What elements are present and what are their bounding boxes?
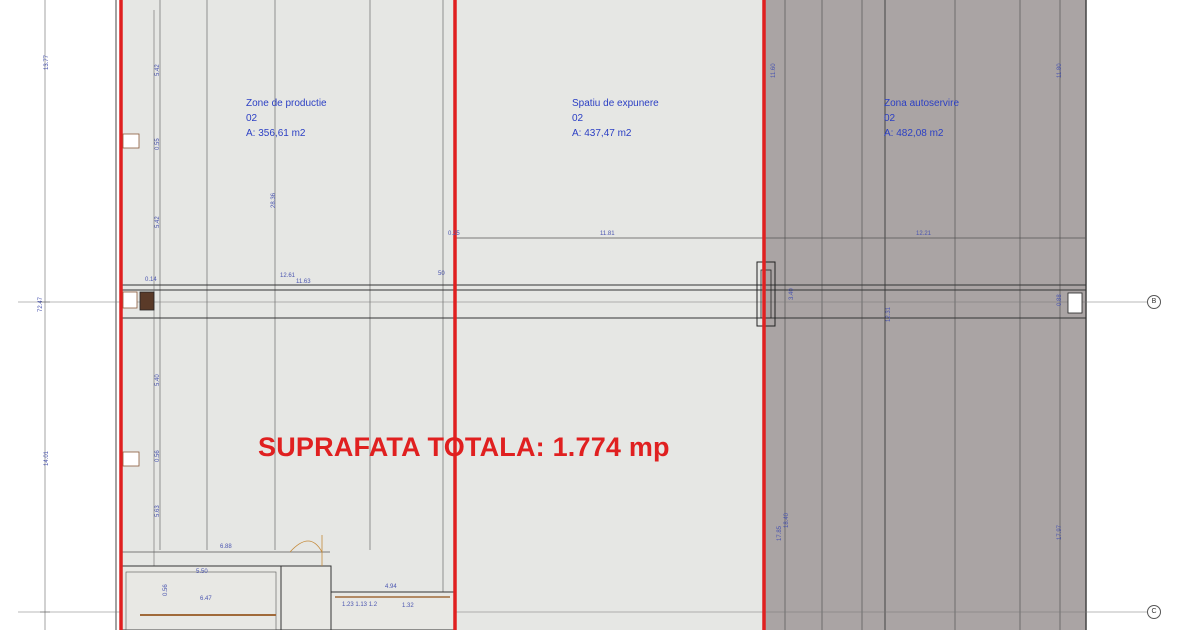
dimension-label: 11.60	[771, 63, 777, 78]
zone-level: 02	[884, 113, 896, 124]
dimension-label: 0.56	[155, 450, 161, 462]
window-left-4	[122, 291, 138, 309]
zone-area: A: 356,61 m2	[246, 128, 306, 139]
dimension-label: 5.42	[155, 216, 161, 228]
dimension-label: 11.81	[600, 231, 615, 237]
dimension-label: 17.97	[1057, 524, 1063, 540]
zone-fill-expunere	[455, 0, 764, 630]
zone-fill-productie	[121, 0, 455, 630]
column-left	[139, 291, 155, 311]
total-area-label: SUPRAFATA TOTALA: 1.774 mp	[258, 432, 670, 462]
dimension-label: 1.32	[402, 603, 414, 609]
dimension-label: 0.56	[163, 584, 169, 596]
zone-level: 02	[572, 113, 584, 124]
dimension-label: 6.88	[220, 544, 232, 550]
zone-name: Spatiu de expunere	[572, 98, 659, 109]
dimension-label: 4.94	[385, 584, 397, 590]
zone-fill-autoservire	[764, 0, 1086, 630]
dimension-label: 13.77	[44, 54, 50, 70]
column-right	[1067, 292, 1083, 314]
dimension-label: 0.25	[448, 231, 460, 237]
dimension-label: 11.63	[296, 279, 311, 285]
grid-axis-marker: B	[1147, 295, 1161, 309]
dimension-label: 28.36	[271, 192, 277, 208]
dimension-label: 12.21	[916, 231, 932, 237]
dimension-label: 12.31	[886, 306, 892, 322]
zone-area: A: 437,47 m2	[572, 128, 632, 139]
dimension-label: 14.01	[44, 450, 50, 466]
dimension-label: 17.85	[777, 525, 783, 541]
dimension-label: 5.63	[155, 505, 161, 517]
zone-level: 02	[246, 113, 258, 124]
dimension-label: 5.40	[155, 374, 161, 386]
dimension-label: 0.55	[155, 138, 161, 150]
zone-name: Zone de productie	[246, 98, 327, 109]
zone-area: A: 482,08 m2	[884, 128, 944, 139]
dimension-label: 0.88	[1057, 294, 1063, 306]
dimension-label: 12.61	[280, 273, 296, 279]
dimension-label: 72.47	[38, 296, 44, 312]
floor-plan-drawing	[18, 0, 1150, 630]
dimension-label: 6.47	[200, 596, 212, 602]
dimension-label: 50	[438, 271, 445, 277]
grid-axis-marker: C	[1147, 605, 1161, 619]
dimension-label: 11.80	[1057, 63, 1063, 78]
dimension-label: 5.50	[196, 569, 208, 575]
dimension-label: 18.40	[784, 512, 790, 528]
dimension-label: 0.14	[145, 277, 157, 283]
dimension-label: 1.23 1.13 1.2	[342, 602, 378, 608]
dimension-label: 5.42	[155, 64, 161, 76]
zone-name: Zona autoservire	[884, 98, 960, 109]
window-left-1	[122, 133, 140, 149]
dimension-label: 3.40	[789, 288, 795, 300]
window-left-2	[122, 451, 140, 467]
